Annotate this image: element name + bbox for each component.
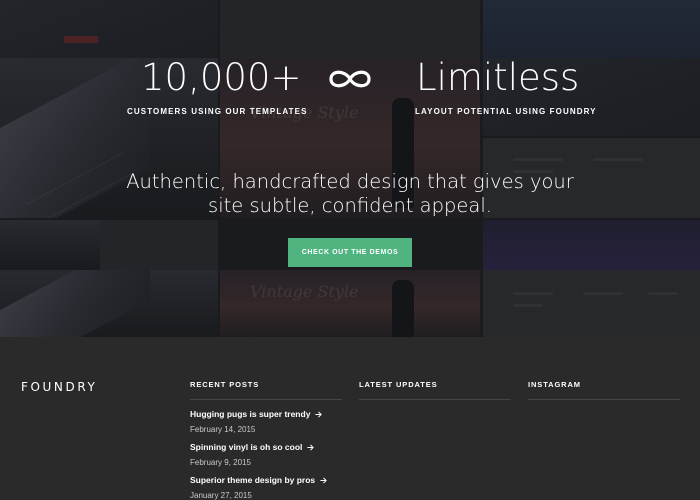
recent-posts-column: RECENT POSTS Hugging pugs is super trend… xyxy=(190,380,342,500)
recent-post-title: Spinning vinyl is oh so cool xyxy=(190,442,303,452)
hero-overlay xyxy=(0,0,700,337)
recent-post-item: Superior theme design by pros January 27… xyxy=(190,475,327,500)
customers-count: 10,000+ xyxy=(141,56,302,99)
arrow-right-icon xyxy=(307,444,315,450)
instagram-title: INSTAGRAM xyxy=(528,380,680,400)
footer-logo[interactable]: FOUNDRY xyxy=(21,380,97,394)
recent-post-item: Hugging pugs is super trendy February 14… xyxy=(190,409,323,434)
hero-headline-line-1: Authentic, handcrafted design that gives… xyxy=(126,170,574,193)
recent-post-link[interactable]: Superior theme design by pros xyxy=(190,475,327,485)
hero-headline: Authentic, handcrafted design that gives… xyxy=(100,170,600,218)
hero-section: Vintage Style Vintage Style 10,000 xyxy=(0,0,700,337)
instagram-column: INSTAGRAM xyxy=(528,380,680,400)
latest-updates-column: LATEST UPDATES xyxy=(359,380,511,400)
arrow-right-icon xyxy=(315,411,323,417)
site-footer: FOUNDRY RECENT POSTS Hugging pugs is sup… xyxy=(0,337,700,500)
customers-caption: CUSTOMERS USING OUR TEMPLATES xyxy=(127,107,308,116)
limitless-heading: Limitless xyxy=(416,56,580,99)
recent-posts-title: RECENT POSTS xyxy=(190,380,342,400)
arrow-right-icon xyxy=(320,477,327,483)
recent-post-date: February 14, 2015 xyxy=(190,425,256,434)
recent-post-link[interactable]: Hugging pugs is super trendy xyxy=(190,409,323,419)
infinity-icon xyxy=(329,70,371,88)
hero-headline-line-2: site subtle, confident appeal. xyxy=(208,194,492,217)
recent-post-title: Superior theme design by pros xyxy=(190,475,316,485)
limitless-caption: LAYOUT POTENTIAL USING FOUNDRY xyxy=(415,107,597,116)
recent-post-item: Spinning vinyl is oh so cool February 9,… xyxy=(190,442,315,467)
recent-post-link[interactable]: Spinning vinyl is oh so cool xyxy=(190,442,315,452)
recent-post-title: Hugging pugs is super trendy xyxy=(190,409,311,419)
recent-post-date: January 27, 2015 xyxy=(190,491,252,500)
check-out-demos-button[interactable]: CHECK OUT THE DEMOS xyxy=(288,238,412,267)
recent-post-date: February 9, 2015 xyxy=(190,458,251,467)
latest-updates-title: LATEST UPDATES xyxy=(359,380,511,400)
